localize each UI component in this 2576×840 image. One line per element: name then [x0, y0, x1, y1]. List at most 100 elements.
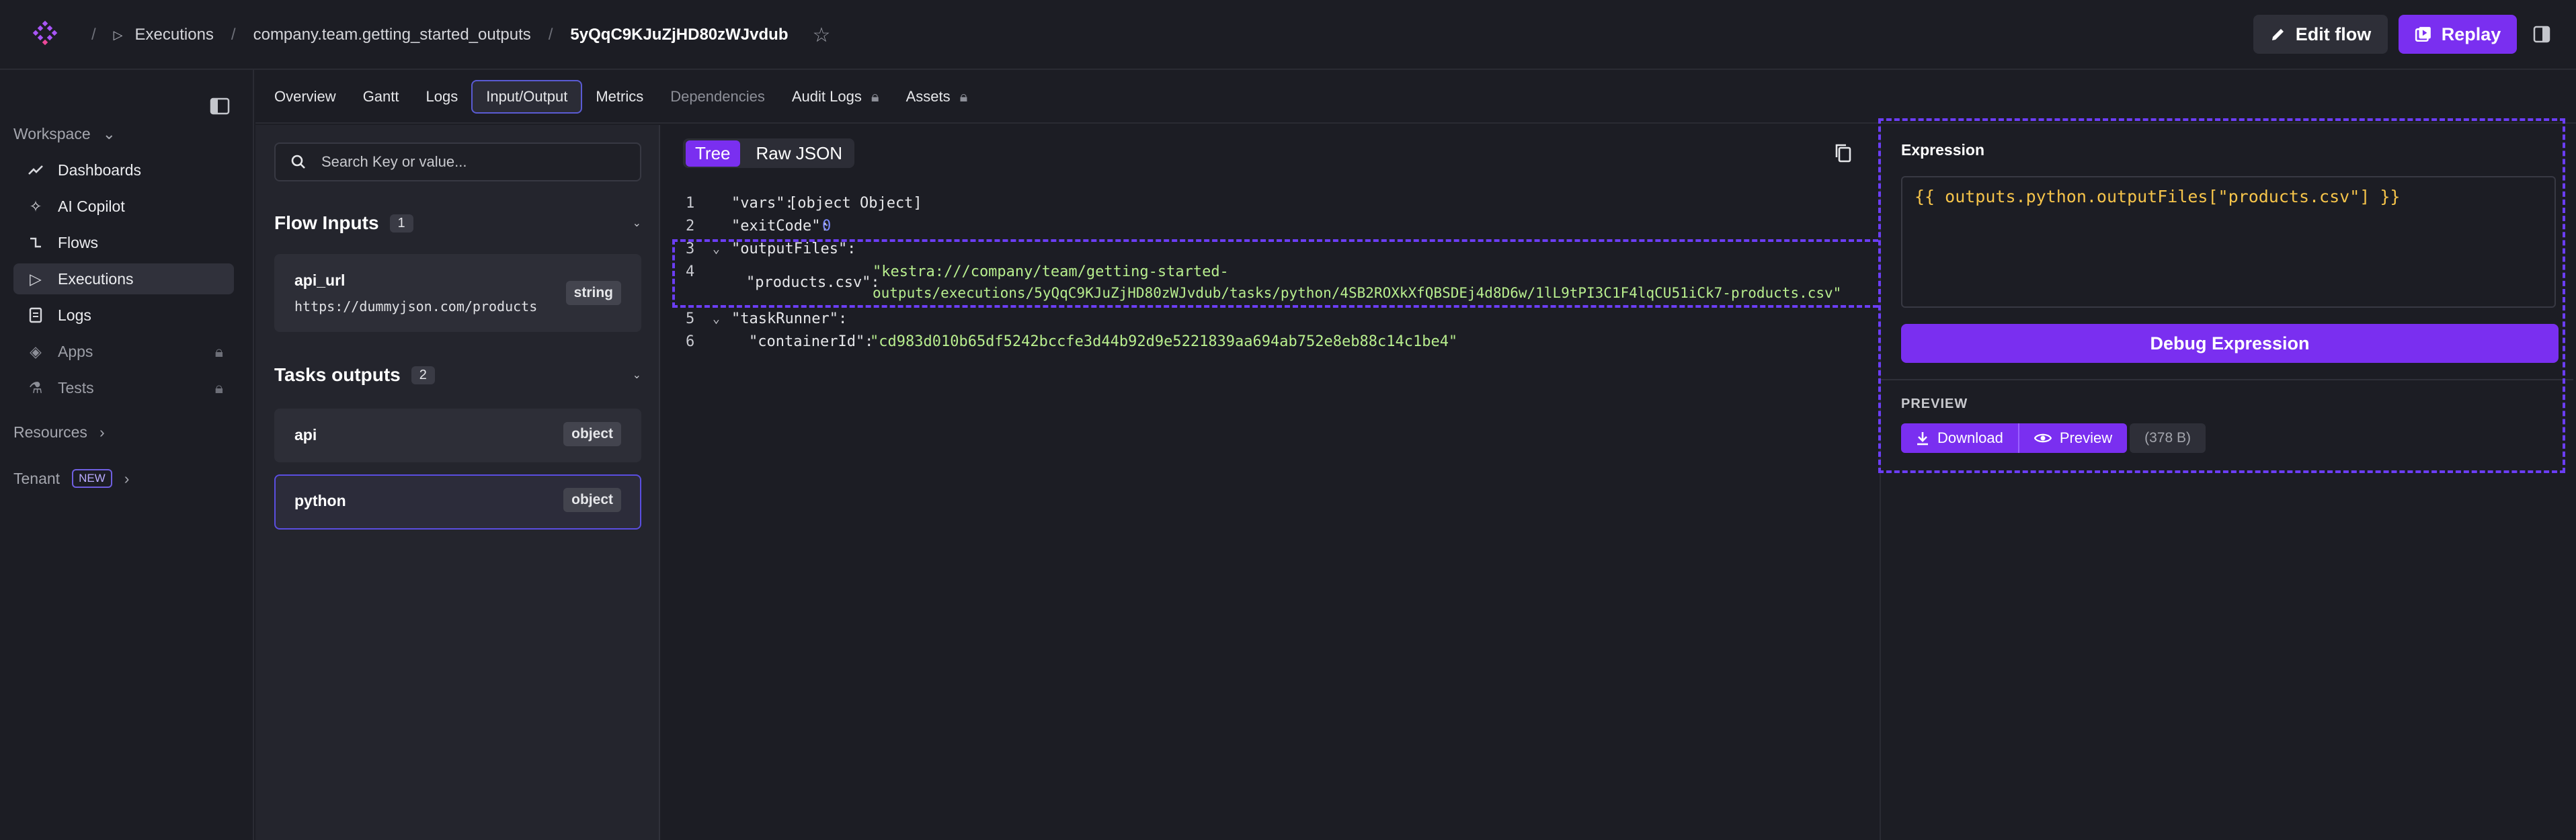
breadcrumb-execution-id: 5yQqC9KJuZjHD80zWJvdub — [570, 26, 789, 44]
tab-label: Dependencies — [670, 88, 765, 105]
document-icon — [27, 306, 44, 324]
sidebar-tenant[interactable]: Tenant NEW › — [13, 469, 129, 488]
edit-flow-label: Edit flow — [2295, 24, 2372, 44]
sidebar-item-label: Executions — [58, 269, 134, 288]
tab-metrics[interactable]: Metrics — [582, 80, 657, 114]
tab-assets[interactable]: Assets 🔒︎ — [893, 80, 981, 114]
flask-icon: ⚗ — [28, 378, 43, 396]
tab-label: Gantt — [362, 88, 399, 105]
tab-audit-logs[interactable]: Audit Logs 🔒︎ — [778, 80, 893, 114]
replay-icon — [2415, 27, 2431, 42]
chevron-down-icon: ⌄ — [632, 370, 641, 381]
sidebar-item-label: AI Copilot — [58, 197, 125, 215]
breadcrumb-separator: / — [231, 26, 236, 44]
input-value: https://dummyjson.com/products — [294, 298, 538, 314]
tab-logs[interactable]: Logs — [413, 80, 472, 114]
execution-tabs: Overview Gantt Logs Input/Output Metrics… — [255, 71, 2576, 124]
tasks-outputs-header[interactable]: Tasks outputs 2 ⌄ — [274, 362, 641, 388]
chart-line-icon — [27, 161, 44, 179]
sidebar-item-label: Tests — [58, 378, 94, 396]
sidebar-item-label: Dashboards — [58, 161, 142, 179]
section-title: Tasks outputs — [274, 364, 401, 385]
breadcrumb-executions[interactable]: Executions — [135, 26, 214, 44]
tree-view-button[interactable]: Tree — [686, 140, 740, 167]
breadcrumb-separator: / — [91, 26, 96, 44]
chevron-down-icon[interactable]: ⌄ — [713, 312, 720, 326]
lock-icon: 🔒︎ — [214, 342, 223, 360]
section-title: Flow Inputs — [274, 212, 379, 233]
workspace-selector[interactable]: Workspace ⌄ — [13, 125, 116, 143]
copy-icon[interactable] — [1834, 142, 1853, 164]
sidebar-collapse-icon[interactable] — [210, 97, 230, 116]
task-name: python — [294, 492, 346, 509]
line-number: 6 — [686, 333, 695, 350]
code-key: "taskRunner": — [731, 310, 848, 327]
task-output-item[interactable]: python object — [274, 474, 641, 530]
code-value: [object Object] — [789, 195, 922, 212]
type-badge: object — [563, 488, 621, 512]
tab-label: Audit Logs — [791, 88, 862, 105]
edit-flow-button[interactable]: Edit flow — [2253, 15, 2388, 54]
flow-icon — [27, 234, 44, 251]
sidebar-item-label: Logs — [58, 306, 91, 324]
breadcrumb: / ▷ Executions / company.team.getting_st… — [74, 0, 830, 70]
top-bar: / ▷ Executions / company.team.getting_st… — [0, 0, 2576, 70]
kestra-logo[interactable] — [27, 12, 63, 55]
play-icon: ▷ — [30, 269, 42, 288]
breadcrumb-flow[interactable]: company.team.getting_started_outputs — [253, 26, 531, 44]
workspace-label: Workspace — [13, 125, 91, 142]
chevron-right-icon: › — [124, 469, 130, 487]
pencil-icon — [2271, 29, 2284, 40]
sidebar-item-label: Apps — [58, 342, 93, 360]
lock-icon: 🔒︎ — [959, 88, 968, 105]
sidebar: Workspace ⌄ Dashboards ✧ AI Copilot Flow… — [0, 70, 254, 840]
code-key: "exitCode": — [731, 218, 830, 235]
search-icon — [291, 155, 305, 169]
sidebar-resources[interactable]: Resources › — [13, 423, 105, 442]
io-list-panel: Flow Inputs 1 ⌄ api_url https://dummyjso… — [255, 125, 660, 840]
chevron-down-icon: ⌄ — [102, 125, 116, 142]
tab-label: Metrics — [596, 88, 644, 105]
task-name: api — [294, 426, 317, 444]
sidebar-item-label: Flows — [58, 233, 99, 251]
sidebar-item-ai-copilot[interactable]: ✧ AI Copilot — [13, 191, 234, 222]
new-badge: NEW — [72, 469, 112, 488]
sidebar-item-logs[interactable]: Logs — [13, 300, 234, 331]
replay-button[interactable]: Replay — [2399, 15, 2517, 54]
sidebar-item-apps[interactable]: ◈ Apps 🔒︎ — [13, 336, 234, 367]
highlight-expression-panel — [1878, 118, 2565, 473]
input-name: api_url — [294, 271, 346, 289]
chevron-right-icon: › — [99, 423, 105, 441]
sidebar-item-dashboards[interactable]: Dashboards — [13, 155, 234, 185]
sidebar-item-flows[interactable]: Flows — [13, 227, 234, 258]
code-value: 0 — [822, 218, 832, 235]
count-badge: 2 — [411, 366, 435, 384]
search-box[interactable] — [274, 142, 641, 181]
search-input[interactable] — [321, 153, 631, 171]
task-output-item[interactable]: api object — [274, 409, 641, 462]
lock-icon: 🔒︎ — [871, 88, 879, 105]
tab-input-output[interactable]: Input/Output — [471, 80, 583, 114]
sidebar-item-executions[interactable]: ▷ Executions — [13, 263, 234, 294]
code-value: "cd983d010b65df5242bccfe3d44b92d9e522183… — [870, 333, 1458, 350]
code-key: "containerId": — [749, 333, 874, 350]
sidebar-item-tests[interactable]: ⚗ Tests 🔒︎ — [13, 372, 234, 403]
flow-inputs-header[interactable]: Flow Inputs 1 ⌄ — [274, 210, 641, 237]
tab-label: Logs — [426, 88, 458, 105]
tab-label: Assets — [905, 88, 951, 105]
raw-json-button[interactable]: Raw JSON — [747, 140, 852, 167]
tab-dependencies[interactable]: Dependencies — [657, 80, 778, 114]
type-badge: object — [563, 422, 621, 446]
tab-gantt[interactable]: Gantt — [350, 80, 413, 114]
breadcrumb-separator: / — [548, 26, 553, 44]
line-number: 1 — [686, 195, 695, 212]
code-key: "vars": — [731, 195, 794, 212]
line-number: 5 — [686, 310, 695, 327]
count-badge: 1 — [389, 214, 413, 233]
chevron-down-icon: ⌄ — [632, 218, 641, 229]
star-icon[interactable]: ☆ — [812, 24, 830, 47]
flow-input-item[interactable]: api_url https://dummyjson.com/products s… — [274, 254, 641, 332]
panel-toggle-icon[interactable] — [2533, 24, 2550, 44]
play-icon: ▷ — [113, 28, 123, 42]
tab-overview[interactable]: Overview — [261, 80, 350, 114]
